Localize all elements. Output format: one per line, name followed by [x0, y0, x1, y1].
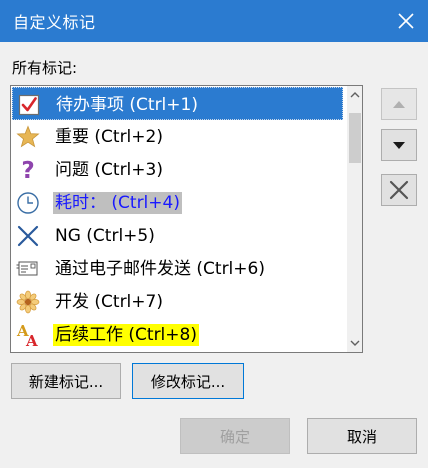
x-mark-icon: [15, 223, 41, 249]
list-item-label: 重要 (Ctrl+2): [55, 127, 163, 147]
list-item-label: 通过电子邮件发送 (Ctrl+6): [55, 259, 265, 279]
scroll-thumb[interactable]: [349, 113, 361, 163]
email-icon: [15, 256, 41, 282]
list-item-label: 耗时： (Ctrl+4): [53, 192, 182, 214]
triangle-up-icon: [393, 100, 405, 108]
new-tag-button[interactable]: 新建标记...: [11, 363, 121, 399]
svg-text:A: A: [25, 332, 38, 348]
delete-icon: [389, 180, 409, 200]
list-item-ng[interactable]: NG (Ctrl+5): [12, 219, 343, 252]
list-item-develop[interactable]: 开发 (Ctrl+7): [12, 285, 343, 318]
cancel-label: 取消: [346, 427, 377, 446]
list-item-time[interactable]: 耗时： (Ctrl+4): [12, 186, 343, 219]
clock-icon: [15, 190, 41, 216]
list-item-email[interactable]: 通过电子邮件发送 (Ctrl+6): [12, 252, 343, 285]
window-title: 自定义标记: [13, 13, 96, 32]
checkbox-icon: [16, 92, 42, 118]
scroll-up-button[interactable]: [347, 86, 362, 103]
list-item-label: 问题 (Ctrl+3): [55, 160, 163, 180]
delete-tag-button[interactable]: [381, 174, 417, 206]
cancel-button[interactable]: 取消: [307, 418, 417, 454]
list-item-question[interactable]: ? 问题 (Ctrl+3): [12, 153, 343, 186]
font-color-icon: A A: [15, 322, 41, 348]
list-item-important[interactable]: 重要 (Ctrl+2): [12, 120, 343, 153]
new-tag-label: 新建标记...: [28, 372, 104, 391]
list-item-followup[interactable]: A A 后续工作 (Ctrl+8): [12, 318, 343, 351]
chevron-up-icon: [350, 92, 360, 98]
modify-tag-label: 修改标记...: [150, 372, 226, 391]
modify-tag-button[interactable]: 修改标记...: [132, 363, 244, 399]
move-up-button[interactable]: [381, 88, 417, 120]
close-button[interactable]: [384, 0, 428, 42]
triangle-down-icon: [393, 141, 405, 149]
svg-text:?: ?: [21, 158, 34, 183]
ok-label: 确定: [219, 427, 250, 446]
list-item-label: NG (Ctrl+5): [55, 226, 155, 246]
scroll-down-button[interactable]: [347, 335, 362, 352]
list-item-label: 待办事项 (Ctrl+1): [56, 95, 198, 115]
list-scrollbar[interactable]: [347, 86, 362, 352]
list-label: 所有标记:: [12, 59, 78, 77]
list-item-label: 开发 (Ctrl+7): [55, 292, 163, 312]
close-icon: [398, 13, 414, 29]
tag-list[interactable]: 待办事项 (Ctrl+1) 重要 (Ctrl+2) ? 问题 (Ctrl+3) …: [10, 85, 363, 353]
list-item-label: 后续工作 (Ctrl+8): [53, 324, 199, 346]
ok-button[interactable]: 确定: [180, 418, 290, 454]
star-icon: [15, 124, 41, 150]
question-mark-icon: ?: [15, 157, 41, 183]
list-item-todo[interactable]: 待办事项 (Ctrl+1): [12, 87, 343, 120]
move-down-button[interactable]: [381, 129, 417, 161]
chevron-down-icon: [350, 340, 360, 346]
flower-icon: [15, 289, 41, 315]
title-bar: 自定义标记: [0, 0, 428, 42]
